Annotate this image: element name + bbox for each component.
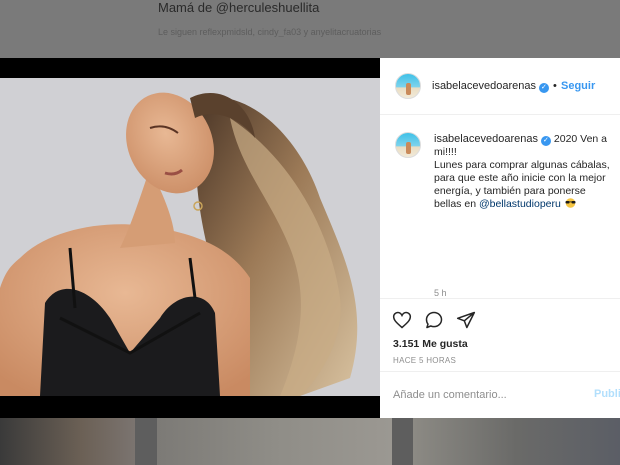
follow-button[interactable]: Seguir <box>561 80 595 92</box>
post-photo[interactable] <box>0 78 380 396</box>
comment-bubble-icon[interactable] <box>424 310 444 330</box>
comment-form: Publicar <box>380 371 620 418</box>
profile-photo-grid <box>0 418 620 465</box>
author-username-text[interactable]: isabelacevedoarenas <box>432 80 536 92</box>
caption-avatar[interactable] <box>395 132 421 158</box>
caption-username[interactable]: isabelacevedoarenas <box>434 133 538 145</box>
post-header: isabelacevedoarenas ✓ • Seguir <box>380 58 620 115</box>
grid-thumbnail[interactable] <box>413 418 620 465</box>
author-avatar[interactable] <box>395 73 421 99</box>
comment-input[interactable] <box>393 386 583 404</box>
caption-text: isabelacevedoarenas ✓ 2020 Ven a mi!!!! L… <box>434 133 616 211</box>
grid-thumbnail[interactable] <box>157 418 392 465</box>
caption-body: Lunes para comprar algunas cábalas, para… <box>434 159 616 211</box>
caption-time: 5 h <box>434 288 447 298</box>
post-actions: 3.151 Me gusta HACE 5 HORAS <box>380 298 620 370</box>
share-plane-icon[interactable] <box>456 310 476 330</box>
followed-by-text: Le siguen reflexpmidsld, cindy_fa03 y an… <box>158 27 382 37</box>
heart-icon[interactable] <box>392 310 412 330</box>
profile-bio: Mamá de @herculeshuellita <box>158 0 320 15</box>
mention-link[interactable]: @bellastudioperu <box>479 198 561 210</box>
post-sidebar: isabelacevedoarenas ✓ • Seguir isabelacev… <box>380 58 620 418</box>
like-count[interactable]: 3.151 Me gusta <box>393 338 468 350</box>
separator-dot: • <box>553 80 557 92</box>
verified-badge-icon: ✓ <box>538 83 549 93</box>
portrait-illustration <box>0 78 380 396</box>
author-username[interactable]: isabelacevedoarenas ✓ <box>432 80 549 93</box>
profile-background: Mamá de @herculeshuellita Le siguen refl… <box>0 0 620 58</box>
post-caption: isabelacevedoarenas ✓ 2020 Ven a mi!!!! L… <box>380 115 620 298</box>
grid-thumbnail[interactable] <box>0 418 135 465</box>
post-image-pane <box>0 58 380 418</box>
verified-badge-icon: ✓ <box>540 136 551 146</box>
post-modal: isabelacevedoarenas ✓ • Seguir isabelacev… <box>0 58 620 418</box>
sunglasses-emoji-icon <box>565 198 576 208</box>
publish-button[interactable]: Publicar <box>594 388 620 400</box>
post-timestamp[interactable]: HACE 5 HORAS <box>393 356 456 365</box>
